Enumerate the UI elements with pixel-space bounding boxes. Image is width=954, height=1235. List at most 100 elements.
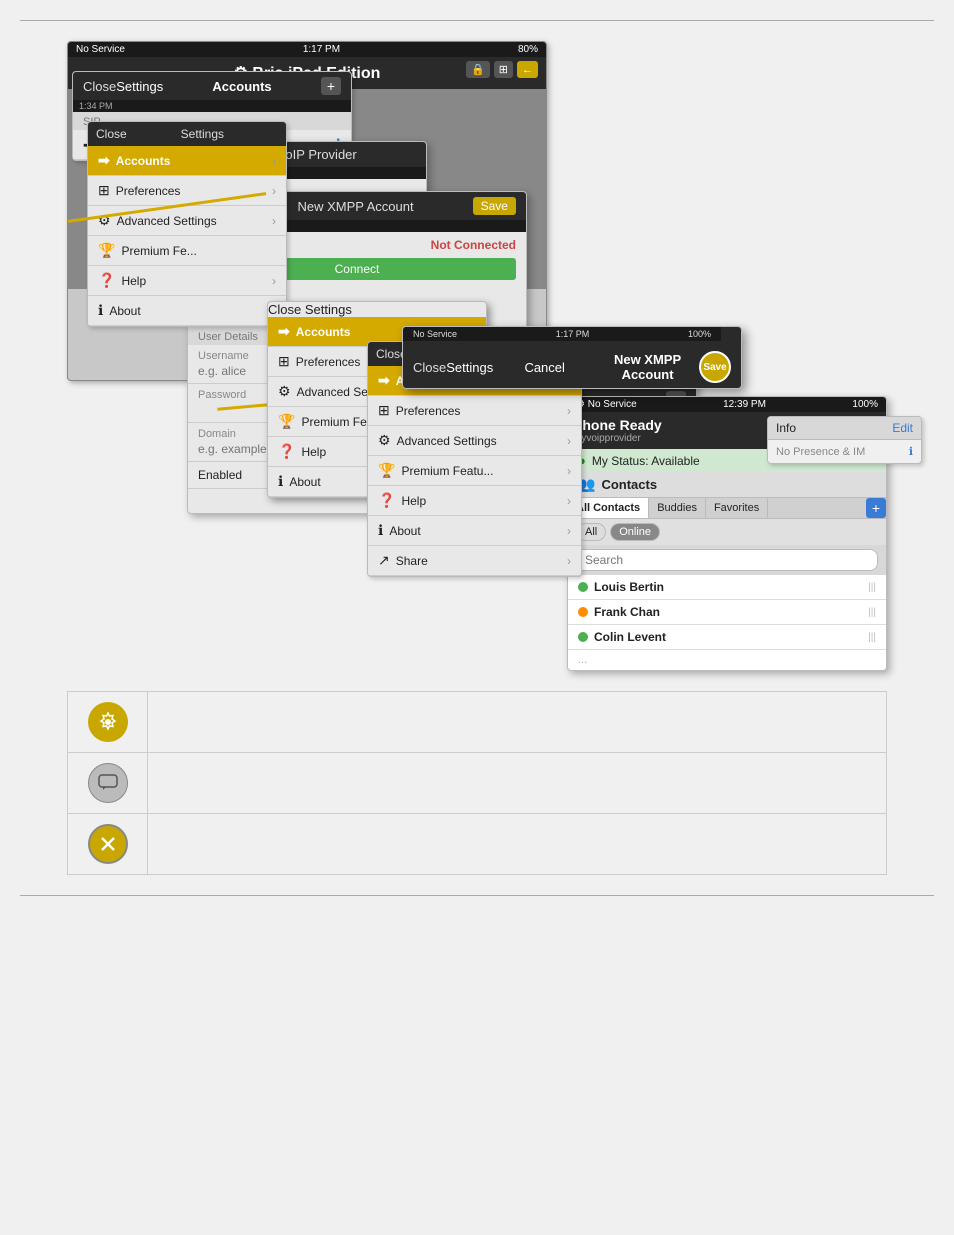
ext-help-label: Help [401, 494, 426, 508]
ext-share-icon: ↗ [378, 552, 390, 569]
phone-ready-status-bar: ⚙ No Service 12:39 PM 100% [568, 397, 886, 412]
xmpp-front-save-wrapper: Save [699, 351, 731, 383]
advanced-arrow-icon: › [272, 214, 276, 228]
back-icon[interactable]: ← [517, 61, 538, 78]
pr-signal: ⚙ No Service [576, 399, 637, 410]
ext-preferences-icon: ⊞ [378, 402, 390, 419]
legend-row-2 [68, 753, 887, 814]
premium-icon-2: 🏆 [278, 413, 295, 430]
xmpp-back-title: New XMPP Account [298, 199, 414, 214]
premium-icon-first: 🏆 [98, 242, 115, 259]
grid-icon[interactable]: ⊞ [494, 61, 513, 78]
help-icon-2: ❓ [278, 443, 295, 460]
settings-advanced-item[interactable]: ⚙ Advanced Settings › [88, 206, 286, 236]
colin-status-dot [578, 632, 588, 642]
xmpp-front-time: 1:17 PM [556, 329, 590, 339]
accounts-status-bar: 1:34 PM [73, 100, 351, 112]
legend-desc-2 [148, 753, 887, 814]
ext-share-label: Share [396, 554, 428, 568]
xmpp-front-header: No Service 1:17 PM 100% [403, 327, 741, 346]
account-status-value: Not Connected [431, 238, 516, 252]
signal-label: No Service [76, 44, 125, 55]
settings-ext-help-item[interactable]: ❓ Help › [368, 486, 581, 516]
search-bar [568, 545, 886, 575]
about-icon-2: ℹ [278, 473, 283, 490]
info-edit-btn[interactable]: Edit [892, 421, 913, 435]
legend-chat-icon [88, 763, 128, 803]
phone-ready-subtitle: Myvoipprovider [573, 433, 641, 444]
xmpp-front-cancel-btn[interactable]: Cancel [493, 360, 596, 375]
ext-premium-icon: 🏆 [378, 462, 395, 479]
xmpp-front-save-button[interactable]: Save [699, 351, 731, 383]
my-status-text: My Status: Available [592, 454, 700, 468]
xmpp-front-settings-title: Settings [446, 360, 493, 375]
accounts-time: 1:34 PM [79, 101, 113, 111]
contact-louis-bertin[interactable]: Louis Bertin ||| [568, 575, 886, 600]
settings-preferences-item[interactable]: ⊞ Preferences › [88, 176, 286, 206]
settings-premium-item-first[interactable]: 🏆 Premium Fe... [88, 236, 286, 266]
favorites-tab[interactable]: Favorites [706, 498, 768, 518]
settings-close-btn-second[interactable]: Close [268, 302, 301, 317]
legend-x-icon [88, 824, 128, 864]
legend-row-1 [68, 692, 887, 753]
lock-icon[interactable]: 🔒 [466, 61, 490, 78]
settings-ext-share-item[interactable]: ↗ Share › [368, 546, 581, 576]
legend-icon-cell-1 [68, 692, 148, 753]
search-input[interactable] [576, 549, 878, 571]
presence-row: No Presence & IM ℹ [768, 440, 921, 463]
settings-help-item-first[interactable]: ❓ Help › [88, 266, 286, 296]
ext-about-arrow: › [567, 524, 571, 538]
accounts-close-btn[interactable]: Close [83, 79, 116, 94]
info-panel-header: Info Edit [768, 417, 921, 440]
legend-icon-cell-2 [68, 753, 148, 814]
contact-frank-chan[interactable]: Frank Chan ||| [568, 600, 886, 625]
battery-label: 80% [518, 44, 538, 55]
xmpp-front-title: New XMPP Account [596, 352, 699, 382]
time-label: 1:17 PM [303, 44, 340, 55]
new-xmpp-front-panel: No Service 1:17 PM 100% Close Settings C… [402, 326, 742, 389]
ext-accounts-icon: ➡ [378, 372, 390, 389]
accounts-settings-title: Settings [116, 79, 163, 94]
help-label-first: Help [121, 274, 146, 288]
online-sub-tab[interactable]: Online [610, 523, 660, 541]
help-label-2: Help [301, 445, 326, 459]
buddies-tab[interactable]: Buddies [649, 498, 706, 518]
preferences-label-2: Preferences [296, 355, 361, 369]
accounts-arrow-icon: › [272, 154, 276, 168]
settings-ext-premium-item[interactable]: 🏆 Premium Featu... › [368, 456, 581, 486]
contact-colin-levent[interactable]: Colin Levent ||| [568, 625, 886, 650]
settings-ext-advanced-item[interactable]: ⚙ Advanced Settings › [368, 426, 581, 456]
help-icon-first: ❓ [98, 272, 115, 289]
help-arrow-icon-first: › [272, 274, 276, 288]
settings-ext-about-item[interactable]: ℹ About › [368, 516, 581, 546]
presence-text: No Presence & IM [776, 446, 865, 458]
louis-status-dot [578, 582, 588, 592]
settings-header-second: Close Settings [268, 302, 486, 317]
frank-status-dot [578, 607, 588, 617]
ext-advanced-arrow: › [567, 434, 571, 448]
settings-accounts-item[interactable]: ➡ Accounts › [88, 146, 286, 176]
xmpp-back-save-button[interactable]: Save [473, 197, 516, 215]
ext-about-label: About [389, 524, 420, 538]
add-account-button[interactable]: + [321, 77, 341, 95]
xmpp-front-close-btn[interactable]: Close [413, 360, 446, 375]
ext-advanced-icon: ⚙ [378, 432, 391, 449]
sub-tabs: All Online [568, 519, 886, 545]
settings-close-btn-first[interactable]: Close [96, 127, 127, 141]
settings-ext-preferences-item[interactable]: ⊞ Preferences › [368, 396, 581, 426]
presence-info-icon[interactable]: ℹ [909, 445, 913, 458]
preferences-icon-2: ⊞ [278, 353, 290, 370]
main-status-bar: No Service 1:17 PM 80% [68, 42, 546, 57]
preferences-label: Preferences [116, 184, 181, 198]
settings-about-item-first[interactable]: ℹ About › [88, 296, 286, 326]
colin-indicator: ||| [868, 632, 876, 643]
louis-name: Louis Bertin [594, 580, 664, 594]
prefs-arrow-icon: › [272, 184, 276, 198]
add-contact-button[interactable]: + [866, 498, 886, 518]
preferences-icon: ⊞ [98, 182, 110, 199]
frank-indicator: ||| [868, 607, 876, 618]
about-label-first: About [109, 304, 140, 318]
ext-help-arrow: › [567, 494, 571, 508]
accounts-title-label: Accounts [163, 79, 321, 94]
legend-desc-1 [148, 692, 887, 753]
